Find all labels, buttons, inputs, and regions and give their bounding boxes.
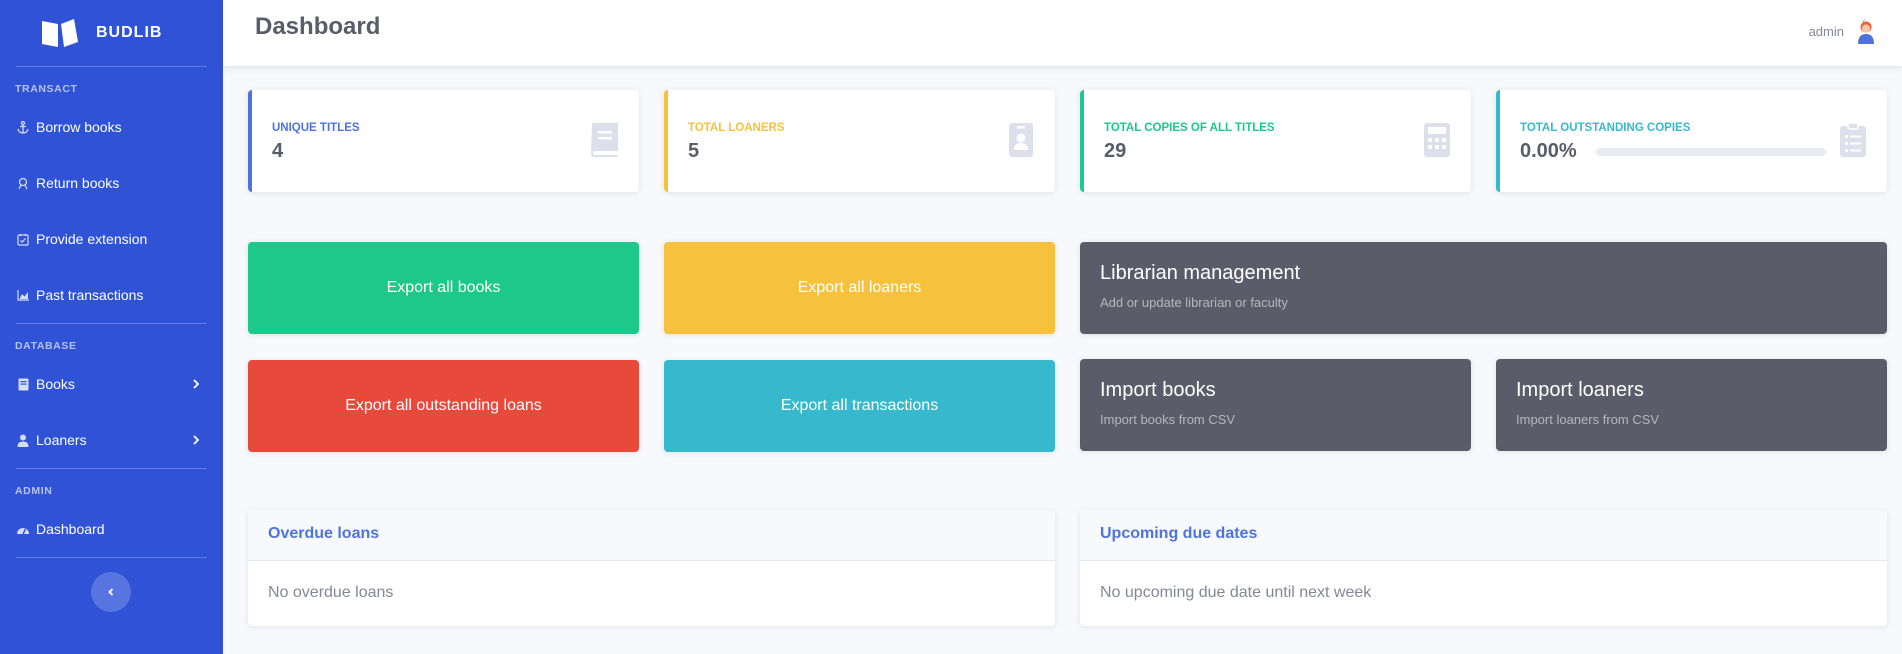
sidebar-divider (16, 557, 207, 558)
overdue-loans-panel: Overdue loans No overdue loans (248, 510, 1055, 626)
librarian-management-card[interactable]: Librarian management Add or update libra… (1080, 242, 1887, 334)
book-icon (591, 123, 618, 157)
upcoming-due-dates-panel: Upcoming due dates No upcoming due date … (1080, 510, 1887, 626)
user-circle-icon (16, 176, 30, 190)
calendar-check-icon (16, 232, 30, 246)
stat-value: 0.00% (1520, 140, 1577, 162)
stat-label: TOTAL LOANERS (688, 122, 785, 134)
sidebar: BUDLIB TRANSACT Borrow books Return book… (0, 0, 223, 654)
anchor-icon (16, 120, 30, 134)
page-title: Dashboard (255, 13, 381, 40)
card-title: Import loaners (1516, 379, 1644, 401)
sidebar-item-books[interactable]: Books (0, 356, 223, 412)
stat-card-outstanding-copies: TOTAL OUTSTANDING COPIES 0.00% (1496, 90, 1887, 192)
id-badge-icon (1009, 123, 1033, 157)
stat-value: 29 (1104, 140, 1127, 162)
user-icon (16, 433, 30, 447)
sidebar-item-provide-extension[interactable]: Provide extension (0, 211, 223, 267)
sidebar-heading-transact: TRANSACT (15, 83, 78, 95)
stat-card-accent (1496, 90, 1500, 192)
sidebar-item-return-books[interactable]: Return books (0, 155, 223, 211)
stat-card-accent (248, 90, 252, 192)
sidebar-item-label: Borrow books (36, 119, 122, 135)
stat-card-accent (1080, 90, 1084, 192)
book-icon (16, 377, 30, 391)
stat-label: TOTAL COPIES OF ALL TITLES (1104, 122, 1275, 134)
sidebar-item-label: Books (36, 376, 75, 392)
user-name[interactable]: admin (1809, 24, 1844, 39)
sidebar-item-past-transactions[interactable]: Past transactions (0, 267, 223, 323)
stat-card-total-copies: TOTAL COPIES OF ALL TITLES 29 (1080, 90, 1471, 192)
panel-title: Overdue loans (248, 510, 1055, 561)
stat-label: UNIQUE TITLES (272, 122, 360, 134)
card-subtitle: Add or update librarian or faculty (1100, 295, 1288, 310)
clipboard-list-icon (1840, 122, 1866, 157)
stat-value: 4 (272, 140, 284, 162)
chevron-right-icon (193, 379, 200, 389)
panel-body: No upcoming due date until next week (1100, 584, 1372, 601)
sidebar-toggle-button[interactable] (91, 572, 131, 612)
sidebar-heading-admin: ADMIN (15, 485, 53, 497)
avatar[interactable] (1850, 15, 1882, 47)
panel-body: No overdue loans (268, 584, 394, 601)
stat-card-accent (664, 90, 668, 192)
export-transactions-button[interactable]: Export all transactions (664, 360, 1055, 452)
brand[interactable]: BUDLIB (0, 0, 223, 66)
card-subtitle: Import books from CSV (1100, 412, 1236, 427)
panel-title: Upcoming due dates (1080, 510, 1887, 561)
export-loaners-button[interactable]: Export all loaners (664, 242, 1055, 334)
export-outstanding-loans-button[interactable]: Export all outstanding loans (248, 360, 639, 452)
sidebar-item-loaners[interactable]: Loaners (0, 412, 223, 468)
brand-name: BUDLIB (96, 24, 163, 41)
chevron-right-icon (193, 435, 200, 445)
sidebar-item-dashboard[interactable]: Dashboard (0, 501, 223, 557)
chart-area-icon (16, 288, 30, 302)
topbar: Dashboard admin (223, 0, 1902, 66)
sidebar-heading-database: DATABASE (15, 340, 77, 352)
sidebar-item-label: Provide extension (36, 231, 148, 247)
sidebar-item-label: Past transactions (36, 287, 144, 303)
progress-bar (1596, 148, 1826, 156)
sidebar-item-borrow-books[interactable]: Borrow books (0, 99, 223, 155)
tachometer-icon (16, 522, 30, 536)
book-open-icon (42, 19, 78, 47)
sidebar-item-label: Return books (36, 175, 120, 191)
stat-card-total-loaners: TOTAL LOANERS 5 (664, 90, 1055, 192)
sidebar-item-label: Loaners (36, 432, 87, 448)
card-title: Librarian management (1100, 262, 1301, 284)
chevron-left-icon (108, 588, 114, 596)
stat-card-unique-titles: UNIQUE TITLES 4 (248, 90, 639, 192)
card-subtitle: Import loaners from CSV (1516, 412, 1660, 427)
export-books-button[interactable]: Export all books (248, 242, 639, 334)
calculator-icon (1424, 123, 1450, 157)
import-books-card[interactable]: Import books Import books from CSV (1080, 359, 1471, 451)
card-title: Import books (1100, 379, 1216, 401)
stat-label: TOTAL OUTSTANDING COPIES (1520, 122, 1691, 134)
import-loaners-card[interactable]: Import loaners Import loaners from CSV (1496, 359, 1887, 451)
sidebar-item-label: Dashboard (36, 521, 105, 537)
stat-value: 5 (688, 140, 700, 162)
